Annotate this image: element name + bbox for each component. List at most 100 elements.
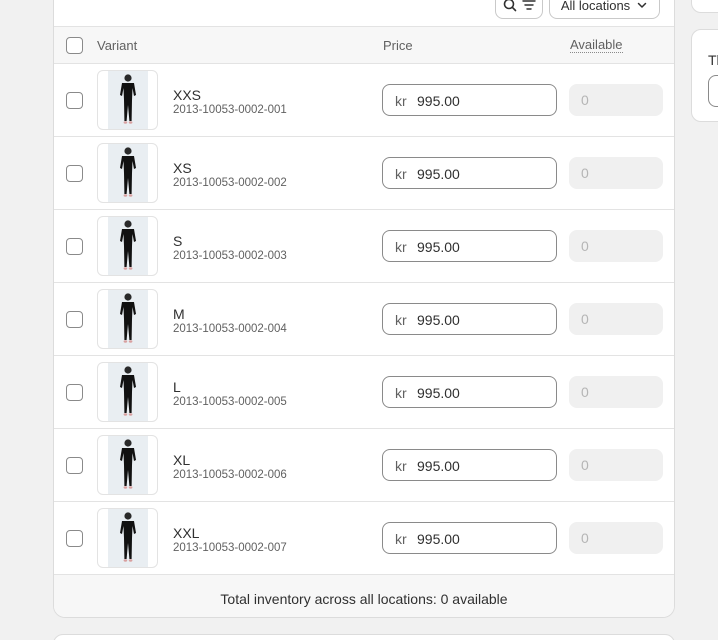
price-input[interactable]: kr 995.00 — [382, 449, 557, 481]
currency-prefix: kr — [395, 312, 407, 328]
price-value: 995.00 — [417, 531, 460, 547]
variants-toolbar: All locations — [54, 0, 674, 27]
product-image — [107, 363, 148, 421]
price-input[interactable]: kr 995.00 — [382, 157, 557, 189]
location-select[interactable]: All locations — [549, 0, 660, 19]
product-image — [107, 436, 148, 494]
person-figure-icon — [119, 147, 136, 197]
available-input[interactable]: 0 — [569, 230, 663, 262]
person-figure-icon — [119, 220, 136, 270]
variant-sku: 2013-10053-0002-006 — [173, 469, 287, 481]
side-card-label: Th — [708, 52, 718, 68]
row-checkbox[interactable] — [66, 92, 83, 109]
variant-thumbnail[interactable] — [97, 289, 158, 349]
person-figure-icon — [119, 74, 136, 124]
price-input[interactable]: kr 995.00 — [382, 376, 557, 408]
currency-prefix: kr — [395, 239, 407, 255]
price-input[interactable]: kr 995.00 — [382, 522, 557, 554]
available-input[interactable]: 0 — [569, 522, 663, 554]
variant-name: L — [173, 379, 181, 395]
row-checkbox[interactable] — [66, 457, 83, 474]
available-value: 0 — [581, 384, 589, 400]
price-input[interactable]: kr 995.00 — [382, 84, 557, 116]
column-header-variant: Variant — [97, 38, 138, 53]
variant-sku: 2013-10053-0002-005 — [173, 396, 287, 408]
inventory-total: Total inventory across all locations: 0 … — [54, 575, 674, 617]
search-icon — [503, 0, 517, 12]
available-value: 0 — [581, 457, 589, 473]
variant-name: S — [173, 233, 183, 249]
person-figure-icon — [119, 512, 136, 562]
variant-thumbnail[interactable] — [97, 362, 158, 422]
product-image — [107, 509, 148, 567]
variant-sku: 2013-10053-0002-003 — [173, 250, 287, 262]
available-input[interactable]: 0 — [569, 84, 663, 116]
product-image — [107, 144, 148, 202]
variant-thumbnail[interactable] — [97, 70, 158, 130]
variants-card: All locations Variant Price Available XX… — [53, 0, 675, 618]
variant-name: M — [173, 306, 185, 322]
price-input[interactable]: kr 995.00 — [382, 230, 557, 262]
available-input[interactable]: 0 — [569, 449, 663, 481]
chevron-down-icon — [637, 2, 647, 8]
search-filter-button[interactable] — [495, 0, 543, 19]
product-image — [107, 217, 148, 275]
variant-thumbnail[interactable] — [97, 508, 158, 568]
table-header: Variant Price Available — [54, 27, 674, 64]
product-image — [107, 290, 148, 348]
row-checkbox[interactable] — [66, 165, 83, 182]
row-checkbox[interactable] — [66, 384, 83, 401]
side-card-top — [691, 0, 718, 13]
table-row: XXL 2013-10053-0002-007 kr 995.00 0 — [54, 502, 674, 575]
column-header-price: Price — [383, 38, 413, 53]
currency-prefix: kr — [395, 166, 407, 182]
available-input[interactable]: 0 — [569, 303, 663, 335]
variant-name: XXS — [173, 87, 202, 103]
available-value: 0 — [581, 92, 589, 108]
available-value: 0 — [581, 165, 589, 181]
price-value: 995.00 — [417, 312, 460, 328]
variant-sku: 2013-10053-0002-007 — [173, 542, 287, 554]
person-figure-icon — [119, 366, 136, 416]
person-figure-icon — [119, 293, 136, 343]
row-checkbox[interactable] — [66, 311, 83, 328]
variant-sku: 2013-10053-0002-002 — [173, 177, 287, 189]
currency-prefix: kr — [395, 458, 407, 474]
currency-prefix: kr — [395, 531, 407, 547]
table-row: XL 2013-10053-0002-006 kr 995.00 0 — [54, 429, 674, 502]
table-row: XS 2013-10053-0002-002 kr 995.00 0 — [54, 137, 674, 210]
variant-thumbnail[interactable] — [97, 216, 158, 276]
table-row: M 2013-10053-0002-004 kr 995.00 0 — [54, 283, 674, 356]
available-input[interactable]: 0 — [569, 376, 663, 408]
currency-prefix: kr — [395, 385, 407, 401]
variant-sku: 2013-10053-0002-001 — [173, 104, 287, 116]
variant-thumbnail[interactable] — [97, 435, 158, 495]
product-image — [107, 71, 148, 129]
table-row: L 2013-10053-0002-005 kr 995.00 0 — [54, 356, 674, 429]
row-checkbox[interactable] — [66, 530, 83, 547]
currency-prefix: kr — [395, 93, 407, 109]
variant-name: XXL — [173, 525, 200, 541]
next-card — [53, 634, 675, 640]
variant-name: XS — [173, 160, 192, 176]
price-input[interactable]: kr 995.00 — [382, 303, 557, 335]
location-select-label: All locations — [560, 0, 631, 13]
column-header-available[interactable]: Available — [570, 38, 623, 53]
side-card-input[interactable] — [708, 75, 718, 107]
side-card: Th — [691, 29, 718, 122]
price-value: 995.00 — [417, 385, 460, 401]
select-all-checkbox[interactable] — [66, 37, 83, 54]
variant-rows: XXS 2013-10053-0002-001 kr 995.00 0 XS 2… — [54, 64, 674, 575]
available-value: 0 — [581, 238, 589, 254]
variant-sku: 2013-10053-0002-004 — [173, 323, 287, 335]
available-input[interactable]: 0 — [569, 157, 663, 189]
row-checkbox[interactable] — [66, 238, 83, 255]
price-value: 995.00 — [417, 239, 460, 255]
available-value: 0 — [581, 530, 589, 546]
table-row: XXS 2013-10053-0002-001 kr 995.00 0 — [54, 64, 674, 137]
filter-sort-icon — [522, 0, 536, 10]
variant-name: XL — [173, 452, 191, 468]
price-value: 995.00 — [417, 166, 460, 182]
table-row: S 2013-10053-0002-003 kr 995.00 0 — [54, 210, 674, 283]
variant-thumbnail[interactable] — [97, 143, 158, 203]
